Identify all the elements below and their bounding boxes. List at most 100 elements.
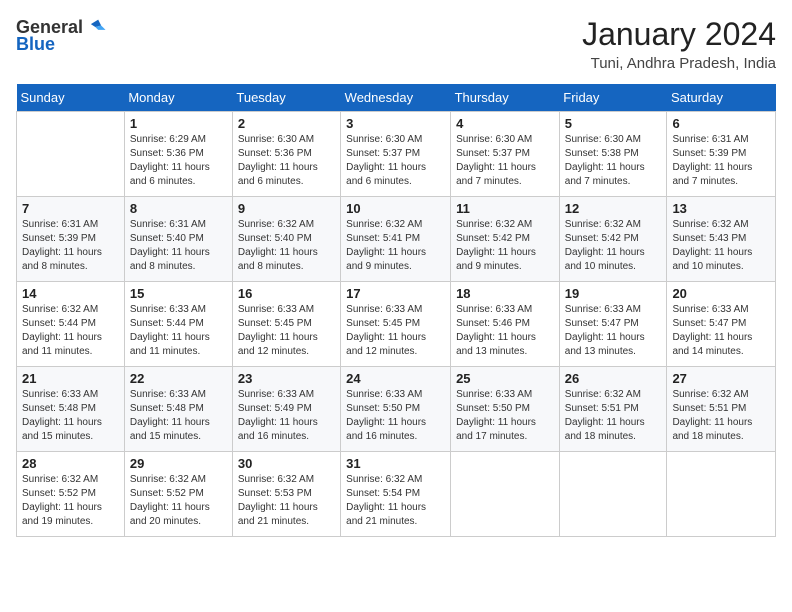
day-info: Sunrise: 6:33 AM Sunset: 5:47 PM Dayligh… <box>672 303 770 359</box>
day-number: 24 <box>346 371 445 386</box>
calendar-cell <box>559 452 667 537</box>
calendar-cell: 16Sunrise: 6:33 AM Sunset: 5:45 PM Dayli… <box>232 282 340 367</box>
day-number: 21 <box>22 371 119 386</box>
logo-blue: Blue <box>16 34 55 55</box>
calendar-cell: 2Sunrise: 6:30 AM Sunset: 5:36 PM Daylig… <box>232 112 340 197</box>
day-info: Sunrise: 6:33 AM Sunset: 5:44 PM Dayligh… <box>130 303 227 359</box>
day-info: Sunrise: 6:31 AM Sunset: 5:40 PM Dayligh… <box>130 218 227 274</box>
calendar-cell: 9Sunrise: 6:32 AM Sunset: 5:40 PM Daylig… <box>232 197 340 282</box>
day-number: 29 <box>130 456 227 471</box>
calendar-cell: 6 Sunrise: 6:31 AM Sunset: 5:39 PM Daylig… <box>667 112 776 197</box>
day-info: Sunrise: 6:32 AM Sunset: 5:53 PM Dayligh… <box>238 473 335 529</box>
day-number: 30 <box>238 456 335 471</box>
day-number: 4 <box>456 116 554 131</box>
calendar-week-0: 1 Sunrise: 6:29 AM Sunset: 5:36 PM Daylig… <box>17 112 776 197</box>
calendar-cell: 1 Sunrise: 6:29 AM Sunset: 5:36 PM Daylig… <box>124 112 232 197</box>
calendar-cell: 20Sunrise: 6:33 AM Sunset: 5:47 PM Dayli… <box>667 282 776 367</box>
page-header: General Blue January 2024 Tuni, Andhra P… <box>16 16 776 72</box>
day-number: 28 <box>22 456 119 471</box>
day-info: Sunrise: 6:29 AM Sunset: 5:36 PM Dayligh… <box>130 133 227 189</box>
logo: General Blue <box>16 16 107 55</box>
day-number: 27 <box>672 371 770 386</box>
day-number: 15 <box>130 286 227 301</box>
day-number: 18 <box>456 286 554 301</box>
day-number: 14 <box>22 286 119 301</box>
calendar-cell: 17 Sunrise: 6:33 AM Sunset: 5:45 PM Dayli… <box>341 282 451 367</box>
calendar-cell: 23Sunrise: 6:33 AM Sunset: 5:49 PM Dayli… <box>232 367 340 452</box>
calendar-cell: 28Sunrise: 6:32 AM Sunset: 5:52 PM Dayli… <box>17 452 125 537</box>
day-info: Sunrise: 6:33 AM Sunset: 5:47 PM Dayligh… <box>565 303 662 359</box>
logo-bird-icon <box>85 16 107 38</box>
calendar-cell <box>17 112 125 197</box>
calendar-cell: 31 Sunrise: 6:32 AM Sunset: 5:54 PM Dayli… <box>341 452 451 537</box>
day-number: 19 <box>565 286 662 301</box>
day-info: Sunrise: 6:30 AM Sunset: 5:37 PM Dayligh… <box>456 133 554 189</box>
day-info: Sunrise: 6:30 AM Sunset: 5:37 PM Dayligh… <box>346 133 445 189</box>
calendar-week-2: 14Sunrise: 6:32 AM Sunset: 5:44 PM Dayli… <box>17 282 776 367</box>
calendar-cell: 30 Sunrise: 6:32 AM Sunset: 5:53 PM Dayli… <box>232 452 340 537</box>
day-info: Sunrise: 6:33 AM Sunset: 5:45 PM Dayligh… <box>238 303 335 359</box>
day-info: Sunrise: 6:33 AM Sunset: 5:46 PM Dayligh… <box>456 303 554 359</box>
calendar-table: SundayMondayTuesdayWednesdayThursdayFrid… <box>16 84 776 537</box>
day-info: Sunrise: 6:30 AM Sunset: 5:36 PM Dayligh… <box>238 133 335 189</box>
calendar-cell: 10Sunrise: 6:32 AM Sunset: 5:41 PM Dayli… <box>341 197 451 282</box>
calendar-week-1: 7 Sunrise: 6:31 AM Sunset: 5:39 PM Daylig… <box>17 197 776 282</box>
day-number: 17 <box>346 286 445 301</box>
calendar-cell: 19 Sunrise: 6:33 AM Sunset: 5:47 PM Dayli… <box>559 282 667 367</box>
day-info: Sunrise: 6:31 AM Sunset: 5:39 PM Dayligh… <box>672 133 770 189</box>
day-number: 26 <box>565 371 662 386</box>
column-header-sunday: Sunday <box>17 84 125 112</box>
day-number: 22 <box>130 371 227 386</box>
day-number: 1 <box>130 116 227 131</box>
calendar-cell: 3 Sunrise: 6:30 AM Sunset: 5:37 PM Daylig… <box>341 112 451 197</box>
title-section: January 2024 Tuni, Andhra Pradesh, India <box>582 16 776 72</box>
calendar-cell: 11Sunrise: 6:32 AM Sunset: 5:42 PM Dayli… <box>451 197 560 282</box>
day-info: Sunrise: 6:32 AM Sunset: 5:51 PM Dayligh… <box>565 388 662 444</box>
calendar-week-3: 21 Sunrise: 6:33 AM Sunset: 5:48 PM Dayli… <box>17 367 776 452</box>
day-info: Sunrise: 6:32 AM Sunset: 5:41 PM Dayligh… <box>346 218 445 274</box>
day-number: 13 <box>672 201 770 216</box>
day-number: 25 <box>456 371 554 386</box>
day-info: Sunrise: 6:31 AM Sunset: 5:39 PM Dayligh… <box>22 218 119 274</box>
day-number: 5 <box>565 116 662 131</box>
calendar-cell: 27 Sunrise: 6:32 AM Sunset: 5:51 PM Dayli… <box>667 367 776 452</box>
calendar-cell: 22 Sunrise: 6:33 AM Sunset: 5:48 PM Dayli… <box>124 367 232 452</box>
calendar-cell: 12 Sunrise: 6:32 AM Sunset: 5:42 PM Dayli… <box>559 197 667 282</box>
calendar-cell: 8Sunrise: 6:31 AM Sunset: 5:40 PM Daylig… <box>124 197 232 282</box>
day-info: Sunrise: 6:33 AM Sunset: 5:50 PM Dayligh… <box>456 388 554 444</box>
calendar-cell: 15 Sunrise: 6:33 AM Sunset: 5:44 PM Dayli… <box>124 282 232 367</box>
column-header-saturday: Saturday <box>667 84 776 112</box>
day-number: 23 <box>238 371 335 386</box>
day-info: Sunrise: 6:33 AM Sunset: 5:48 PM Dayligh… <box>22 388 119 444</box>
day-number: 7 <box>22 201 119 216</box>
day-info: Sunrise: 6:32 AM Sunset: 5:43 PM Dayligh… <box>672 218 770 274</box>
day-info: Sunrise: 6:32 AM Sunset: 5:51 PM Dayligh… <box>672 388 770 444</box>
calendar-header-row: SundayMondayTuesdayWednesdayThursdayFrid… <box>17 84 776 112</box>
day-number: 31 <box>346 456 445 471</box>
day-info: Sunrise: 6:32 AM Sunset: 5:42 PM Dayligh… <box>565 218 662 274</box>
calendar-cell: 25 Sunrise: 6:33 AM Sunset: 5:50 PM Dayli… <box>451 367 560 452</box>
day-number: 12 <box>565 201 662 216</box>
calendar-cell: 4 Sunrise: 6:30 AM Sunset: 5:37 PM Daylig… <box>451 112 560 197</box>
calendar-cell: 14Sunrise: 6:32 AM Sunset: 5:44 PM Dayli… <box>17 282 125 367</box>
day-number: 3 <box>346 116 445 131</box>
column-header-friday: Friday <box>559 84 667 112</box>
day-number: 9 <box>238 201 335 216</box>
day-info: Sunrise: 6:33 AM Sunset: 5:48 PM Dayligh… <box>130 388 227 444</box>
column-header-wednesday: Wednesday <box>341 84 451 112</box>
calendar-cell: 13 Sunrise: 6:32 AM Sunset: 5:43 PM Dayli… <box>667 197 776 282</box>
column-header-thursday: Thursday <box>451 84 560 112</box>
calendar-cell <box>667 452 776 537</box>
month-title: January 2024 <box>582 16 776 53</box>
day-number: 6 <box>672 116 770 131</box>
calendar-body: 1 Sunrise: 6:29 AM Sunset: 5:36 PM Daylig… <box>17 112 776 537</box>
day-info: Sunrise: 6:33 AM Sunset: 5:45 PM Dayligh… <box>346 303 445 359</box>
calendar-cell: 5 Sunrise: 6:30 AM Sunset: 5:38 PM Daylig… <box>559 112 667 197</box>
day-info: Sunrise: 6:33 AM Sunset: 5:50 PM Dayligh… <box>346 388 445 444</box>
day-info: Sunrise: 6:30 AM Sunset: 5:38 PM Dayligh… <box>565 133 662 189</box>
day-info: Sunrise: 6:32 AM Sunset: 5:42 PM Dayligh… <box>456 218 554 274</box>
calendar-cell: 24 Sunrise: 6:33 AM Sunset: 5:50 PM Dayli… <box>341 367 451 452</box>
day-info: Sunrise: 6:32 AM Sunset: 5:54 PM Dayligh… <box>346 473 445 529</box>
calendar-week-4: 28Sunrise: 6:32 AM Sunset: 5:52 PM Dayli… <box>17 452 776 537</box>
calendar-cell: 29Sunrise: 6:32 AM Sunset: 5:52 PM Dayli… <box>124 452 232 537</box>
